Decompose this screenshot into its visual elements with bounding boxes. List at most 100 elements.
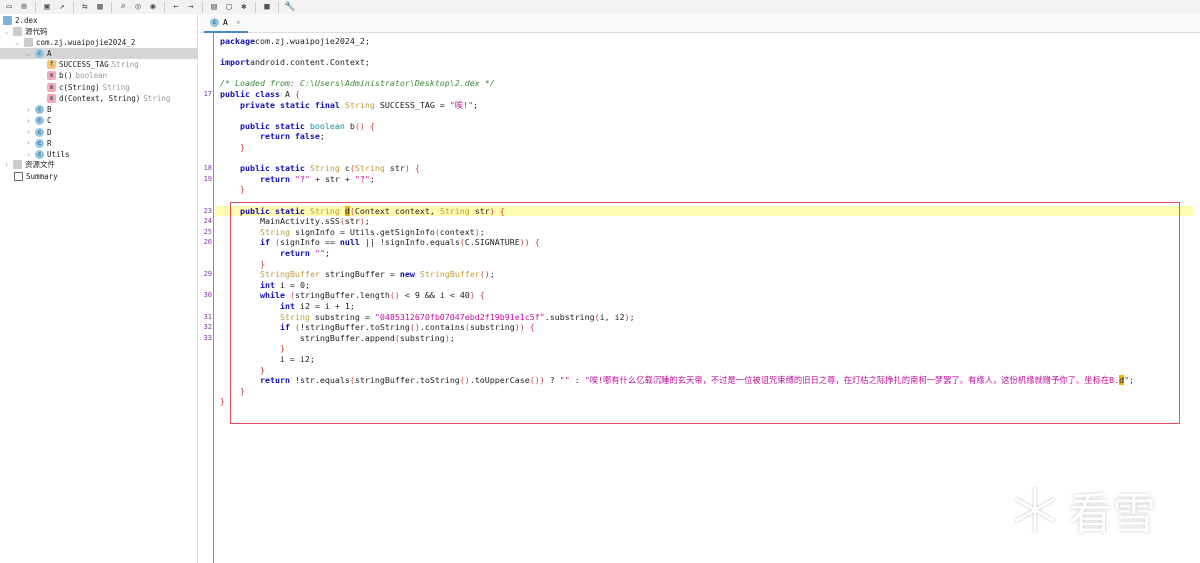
code-token: str [344,216,360,227]
tree-item-class[interactable]: › c B [25,104,52,115]
tree-item-dex[interactable]: 2.dex [3,15,38,26]
flatten-packages-icon[interactable]: ▦ [94,2,106,13]
code-token: String [259,226,290,237]
code-line: } [220,343,1198,354]
line-number: 18 [203,164,212,173]
code-token: { [294,89,300,99]
debug-icon[interactable]: ✱ [238,2,250,13]
code-line: i = i2; [220,354,1198,365]
code-line: String signInfo = Utils.getSignInfo(cont… [220,227,1198,238]
editor-tabs: c A × [200,14,1200,33]
code-token: StringBuffer [259,269,320,280]
back-icon[interactable]: ← [170,2,182,13]
tree-item-resources[interactable]: › 资源文件 [3,159,55,170]
chevron-down-icon[interactable]: ⌵ [3,28,10,36]
search-icon[interactable]: ⌕ [117,2,129,13]
code-line: int i = 0; [220,280,1198,291]
code-token: )) { [519,237,540,248]
chevron-down-icon[interactable]: ⌵ [14,39,21,47]
code-token: ) { [404,163,420,174]
tree-item-member[interactable]: m b() boolean [47,70,107,81]
code-line: private static final String SUCCESS_TAG … [220,100,1198,111]
toolbar-separator [111,1,112,13]
code-line: stringBuffer.append(substring); [220,333,1198,344]
add-files-icon[interactable]: ⊞ [18,2,30,13]
code-token: "" [314,248,325,258]
source-icon [13,27,22,36]
tree-item-class-a[interactable]: ⌵ c A [0,48,198,59]
method-icon: m [47,93,56,103]
code-token: c [339,163,350,174]
chevron-down-icon[interactable]: ⌵ [25,50,32,58]
code-token: substring [399,332,445,343]
code-token: .toUpperCase [469,375,530,386]
line-number-gutter: 17 18 19 23 24 25 26 29 30 31 32 33 [200,33,214,563]
chevron-right-icon[interactable]: › [25,139,32,147]
open-folder-icon[interactable]: ▭ [3,2,15,13]
code-token: package [220,36,255,46]
tree-item-class[interactable]: › c D [25,127,52,138]
decompile-icon[interactable]: ▤ [208,2,220,13]
code-line: } [220,259,1198,270]
tree-item-class[interactable]: › c R [25,138,52,149]
save-icon[interactable]: ▣ [41,2,53,13]
line-number: 24 [203,217,212,226]
export-icon[interactable]: ↗ [56,2,68,13]
code-line: int i2 = i + 1; [220,301,1198,312]
search-class-icon[interactable]: ◎ [132,2,144,13]
code-token: ; [489,269,495,280]
code-line: public class A { [220,89,1198,100]
chevron-right-icon[interactable]: › [3,161,10,169]
tree-item-member[interactable]: f SUCCESS_TAG String [47,59,139,70]
code-token: ? [544,375,560,386]
tab-a[interactable]: c A × [204,14,248,33]
code-token: () { [354,120,375,131]
settings-panel-icon[interactable]: ■ [261,2,273,13]
line-number: 32 [203,323,212,332]
code-token: stringBuffer.length [294,290,390,301]
forward-icon[interactable]: → [185,2,197,13]
preferences-icon[interactable]: 🔧 [284,2,296,13]
tree-item-member[interactable]: m d(Context, String) String [47,93,170,104]
code-line: while (stringBuffer.length() < 9 && i < … [220,290,1198,301]
code-line: packagecom.zj.wuaipojie2024_2; [220,36,1198,47]
code-token: String [344,99,375,110]
code-token: + str + [309,173,355,184]
tree-item-summary[interactable]: Summary [14,171,58,182]
chevron-right-icon[interactable]: › [25,128,32,136]
watermark: 看雪 [1010,478,1156,542]
code-token: StringBuffer [419,269,480,280]
code-token: stringBuffer = [319,269,400,280]
chevron-right-icon[interactable]: › [25,151,32,159]
tree-item-class[interactable]: › c C [25,115,52,126]
toolbar-separator [35,1,36,13]
log-icon[interactable]: ▢ [223,2,235,13]
code-line: /* Loaded from: C:\Users\Administrator\D… [220,78,1198,89]
code-token: substring [469,322,515,333]
code-token: () [479,269,490,280]
code-token: if [279,322,290,333]
code-token: /* Loaded from: C:\Users\Administrator\D… [220,78,495,89]
tree-item-source[interactable]: ⌵ 源代码 [3,26,48,37]
code-line: } [220,386,1198,397]
tree-item-package[interactable]: ⌵ com.zj.wuaipojie2024_2 [14,37,135,48]
code-line: StringBuffer stringBuffer = new StringBu… [220,269,1198,280]
tree-item-member[interactable]: m c(String) String [47,82,130,93]
search-usage-icon[interactable]: ◉ [147,2,159,13]
chevron-right-icon[interactable]: › [25,117,32,125]
code-token: "唉!哪有什么亿载沉睡的玄天帝，不过是一位被诅咒束缚的旧日之尊，在灯枯之际挣扎的… [584,375,1120,386]
close-tab-icon[interactable]: × [236,18,241,27]
chevron-right-icon[interactable]: › [25,106,32,114]
sync-icon[interactable]: ⇆ [79,2,91,13]
